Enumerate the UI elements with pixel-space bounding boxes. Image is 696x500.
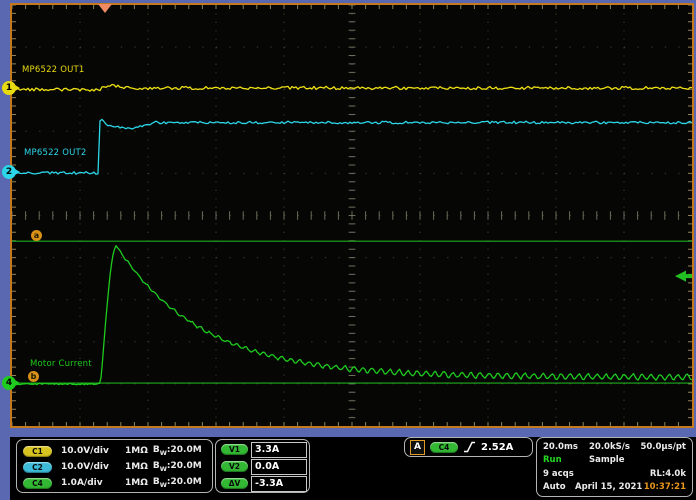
cursor-v2-row: V2 0.0A [218, 458, 307, 475]
ch1-scale: 10.0V/div [61, 446, 125, 456]
date-time-row: Auto April 15, 2021 10:37:21 [543, 482, 686, 493]
ch2-scale: 10.0V/div [61, 462, 125, 472]
cursor-b-handle[interactable]: b [28, 371, 39, 382]
channel2-settings-row[interactable]: C2 10.0V/div 1MΩ BW:20.0M [23, 459, 208, 475]
channel4-position-marker[interactable]: 4 [2, 376, 16, 390]
cursor-a-handle[interactable]: a [31, 230, 42, 241]
acq-count: 9 acqs [543, 469, 650, 480]
channel2-position-marker[interactable]: 2 [2, 165, 16, 179]
ch2-bandwidth: BW:20.0M [153, 461, 202, 473]
status-bar: C1 10.0V/div 1MΩ BW:20.0M C2 10.0V/div 1… [10, 437, 696, 500]
graticule: MP6522 OUT1 MP6522 OUT2 Motor Current 1 … [10, 3, 694, 428]
delta-v-value: -3.3A [251, 476, 307, 492]
waveform-canvas [12, 5, 692, 426]
trace-label-ch1: MP6522 OUT1 [22, 65, 85, 75]
cursor-v1-row: V1 3.3A [218, 441, 307, 458]
oscilloscope-screen: { "display": { "trace_labels": { "ch1": … [0, 0, 696, 500]
channel4-settings-row[interactable]: C4 1.0A/div 1MΩ BW:20.0M [23, 475, 208, 491]
trace-label-ch2: MP6522 OUT2 [24, 148, 87, 158]
horizontal-row: 20.0ms 20.0kS/s 50.0μs/pt [543, 442, 686, 453]
trigger-source-badge[interactable]: C4 [430, 442, 458, 453]
sample-rate: 20.0kS/s [589, 442, 640, 453]
ch4-bandwidth: BW:20.0M [153, 477, 202, 489]
delta-v-badge[interactable]: ΔV [221, 478, 248, 489]
ch2-badge[interactable]: C2 [23, 462, 52, 473]
ch1-bandwidth: BW:20.0M [153, 445, 202, 457]
cursor-delta-row: ΔV -3.3A [218, 475, 307, 492]
trigger-settings-box[interactable]: A C4 2.52A [404, 437, 533, 457]
ch1-badge[interactable]: C1 [23, 446, 52, 457]
v2-badge[interactable]: V2 [221, 461, 248, 472]
ch4-scale: 1.0A/div [61, 478, 125, 488]
ch4-impedance: 1MΩ [125, 478, 148, 488]
channel1-settings-row[interactable]: C1 10.0V/div 1MΩ BW:20.0M [23, 443, 208, 459]
trigger-mode: Auto [543, 482, 575, 493]
cursor-readout-box[interactable]: V1 3.3A V2 0.0A ΔV -3.3A [215, 439, 310, 493]
trigger-position-marker-icon[interactable] [98, 4, 112, 13]
record-length: RL:4.0k [650, 469, 686, 480]
trace-label-ch4: Motor Current [30, 359, 92, 369]
ch1-impedance: 1MΩ [125, 446, 148, 456]
date: April 15, 2021 [575, 482, 644, 493]
trigger-a-badge[interactable]: A [410, 440, 425, 455]
v1-badge[interactable]: V1 [221, 444, 248, 455]
channel-settings-box[interactable]: C1 10.0V/div 1MΩ BW:20.0M C2 10.0V/div 1… [16, 439, 213, 493]
rising-edge-icon [463, 440, 476, 454]
channel1-position-marker[interactable]: 1 [2, 81, 16, 95]
ch2-impedance: 1MΩ [125, 462, 148, 472]
v2-value: 0.0A [251, 459, 307, 475]
timebase: 20.0ms [543, 442, 589, 453]
ch4-badge[interactable]: C4 [23, 478, 52, 489]
clock-time: 10:37:21 [644, 482, 686, 493]
run-state-row: Run Sample [543, 455, 686, 466]
acquisition-status-box[interactable]: 20.0ms 20.0kS/s 50.0μs/pt Run Sample 9 a… [536, 437, 693, 497]
v1-value: 3.3A [251, 442, 307, 458]
acq-count-row: 9 acqs RL:4.0k [543, 469, 686, 480]
run-state: Run [543, 455, 589, 466]
trigger-level-value: 2.52A [481, 442, 513, 453]
acq-mode: Sample [589, 455, 624, 466]
resolution: 50.0μs/pt [640, 442, 686, 453]
